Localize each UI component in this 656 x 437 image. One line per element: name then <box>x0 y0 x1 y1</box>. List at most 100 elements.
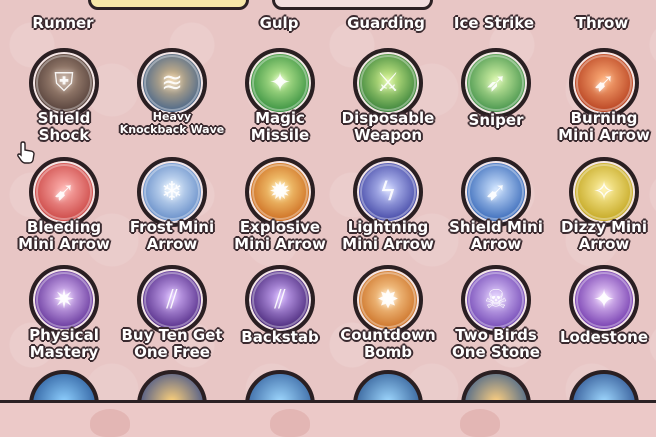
skill-label: Bleeding Mini Arrow <box>4 219 124 253</box>
magic-missile-icon: ✦ <box>245 48 315 118</box>
skill-tile[interactable]: ✸ Countdown Bomb <box>334 265 442 375</box>
physical-mastery-icon: ✷ <box>29 265 99 335</box>
skill-tile[interactable]: ⚔ Disposable Weapon <box>334 48 442 158</box>
skill-label: Lodestone <box>544 329 656 346</box>
icon-glyph: ✧ <box>593 177 615 207</box>
icon-glyph: ⫽ <box>274 285 286 315</box>
skill-tile[interactable]: ➹ Burning Mini Arrow <box>550 48 656 158</box>
icon-glyph: ϟ <box>379 177 397 207</box>
icon-glyph: ✷ <box>53 285 75 315</box>
skill-label: Two Birds One Stone <box>436 327 556 361</box>
skill-icon-partial-2[interactable] <box>137 370 207 404</box>
skill-label: Shield Mini Arrow <box>436 219 556 253</box>
skill-label-line: Burning <box>570 109 638 127</box>
skill-tile[interactable]: ⫽ Backstab <box>226 265 334 375</box>
shield-arrow-icon: ➹ <box>461 157 531 227</box>
skill-label-line: Frost Mini <box>129 218 215 236</box>
skill-label: Buy Ten Get One Free <box>112 327 232 361</box>
fire-arrow-icon: ➹ <box>569 48 639 118</box>
wave-icon: ≋ <box>137 48 207 118</box>
skill-icon-partial-3[interactable] <box>245 370 315 404</box>
skill-label: Heavy Knockback Wave <box>112 110 232 136</box>
skill-label-line: Physical <box>29 326 99 344</box>
skill-label-line: One Stone <box>452 343 540 361</box>
skill-label-line: Disposable <box>341 109 435 127</box>
skill-icon-partial-1[interactable] <box>29 370 99 404</box>
skill-label-line: Dizzy Mini <box>561 218 647 236</box>
skill-label-line: Bomb <box>363 343 413 361</box>
dizzy-arrow-icon: ✧ <box>569 157 639 227</box>
icon-glyph: ✦ <box>593 285 615 315</box>
icon-glyph: ➶ <box>485 68 507 98</box>
explosive-arrow-icon: ✹ <box>245 157 315 227</box>
skill-label-line: Sniper <box>468 111 524 129</box>
skill-tile[interactable]: ✷ Physical Mastery <box>10 265 118 375</box>
skill-tile[interactable]: ⫽ Buy Ten Get One Free <box>118 265 226 375</box>
icon-glyph: ➹ <box>593 68 615 98</box>
icon-glyph: ✦ <box>269 68 291 98</box>
icon-glyph: ❄ <box>161 177 183 207</box>
skill-label-line: Missile <box>250 126 310 144</box>
skill-label-line: Heavy <box>152 110 192 123</box>
skill-tile[interactable]: ➹ Bleeding Mini Arrow <box>10 157 118 267</box>
skill-label: Explosive Mini Arrow <box>220 219 340 253</box>
skill-label-line: Mastery <box>29 343 99 361</box>
skill-label-line: Arrow <box>146 235 198 253</box>
skill-tile[interactable]: ➹ Shield Mini Arrow <box>442 157 550 267</box>
skill-tile[interactable]: ≋ Heavy Knockback Wave <box>118 48 226 158</box>
shield-icon: ⛨ <box>29 48 99 118</box>
skill-label-line: Arrow <box>470 235 522 253</box>
skill-label: Frost Mini Arrow <box>112 219 232 253</box>
skill-label-line: Shield <box>37 109 91 127</box>
lodestone-icon: ✦ <box>569 265 639 335</box>
hand-cursor-icon <box>17 141 35 164</box>
skill-icon-partial-5[interactable] <box>461 370 531 404</box>
top-tab-active[interactable] <box>88 0 249 10</box>
icon-glyph: ✹ <box>269 177 291 207</box>
skill-tile[interactable]: ✦ Lodestone <box>550 265 656 375</box>
bottom-decoration <box>460 409 500 437</box>
skill-label-line: Shield Mini <box>449 218 543 236</box>
skill-label-line: Explosive <box>239 218 321 236</box>
sword-icon: ⚔ <box>353 48 423 118</box>
skill-tile[interactable]: ✧ Dizzy Mini Arrow <box>550 157 656 267</box>
skill-label-line: Countdown <box>340 326 436 344</box>
skill-label-line: Backstab <box>241 328 319 346</box>
bomb-icon: ✸ <box>353 265 423 335</box>
skill-label: Ice Strike <box>453 14 535 32</box>
skill-icon-partial-4[interactable] <box>353 370 423 404</box>
backstab-icon: ⫽ <box>245 265 315 335</box>
skill-label-line: Mini Arrow <box>234 235 326 253</box>
skill-label-line: Lightning <box>347 218 429 236</box>
skill-label-line: One Free <box>134 343 210 361</box>
skill-label-line: Mini Arrow <box>342 235 434 253</box>
skill-label: Magic Missile <box>220 110 340 144</box>
skill-label: Countdown Bomb <box>328 327 448 361</box>
bottom-decoration <box>90 409 130 437</box>
icon-glyph: ≋ <box>161 68 183 98</box>
skill-tile[interactable]: ☠ Two Birds One Stone <box>442 265 550 375</box>
skill-tile[interactable]: ❄ Frost Mini Arrow <box>118 157 226 267</box>
skill-tile[interactable]: ✦ Magic Missile <box>226 48 334 158</box>
skill-label-line: Bleeding <box>26 218 102 236</box>
skill-label: Burning Mini Arrow <box>544 110 656 144</box>
skill-label: Lightning Mini Arrow <box>328 219 448 253</box>
skill-tile[interactable]: ✹ Explosive Mini Arrow <box>226 157 334 267</box>
skill-label: Sniper <box>436 112 556 129</box>
skill-label: Shield Shock <box>4 110 124 144</box>
top-tab[interactable] <box>272 0 433 10</box>
lightning-arrow-icon: ϟ <box>353 157 423 227</box>
bleed-arrow-icon: ➹ <box>29 157 99 227</box>
icon-glyph: ➹ <box>485 177 507 207</box>
skill-label: Throw <box>575 14 629 32</box>
icon-glyph: ➹ <box>53 177 75 207</box>
icon-glyph: ✸ <box>377 285 399 315</box>
skill-label-line: Mini Arrow <box>18 235 110 253</box>
skill-label-line: Lodestone <box>559 328 649 346</box>
skill-icon-partial-6[interactable] <box>569 370 639 404</box>
skill-tile[interactable]: ϟ Lightning Mini Arrow <box>334 157 442 267</box>
skill-tile[interactable]: ➶ Sniper <box>442 48 550 158</box>
sniper-icon: ➶ <box>461 48 531 118</box>
skill-label: Backstab <box>220 329 340 346</box>
skill-label-line: Weapon <box>353 126 423 144</box>
